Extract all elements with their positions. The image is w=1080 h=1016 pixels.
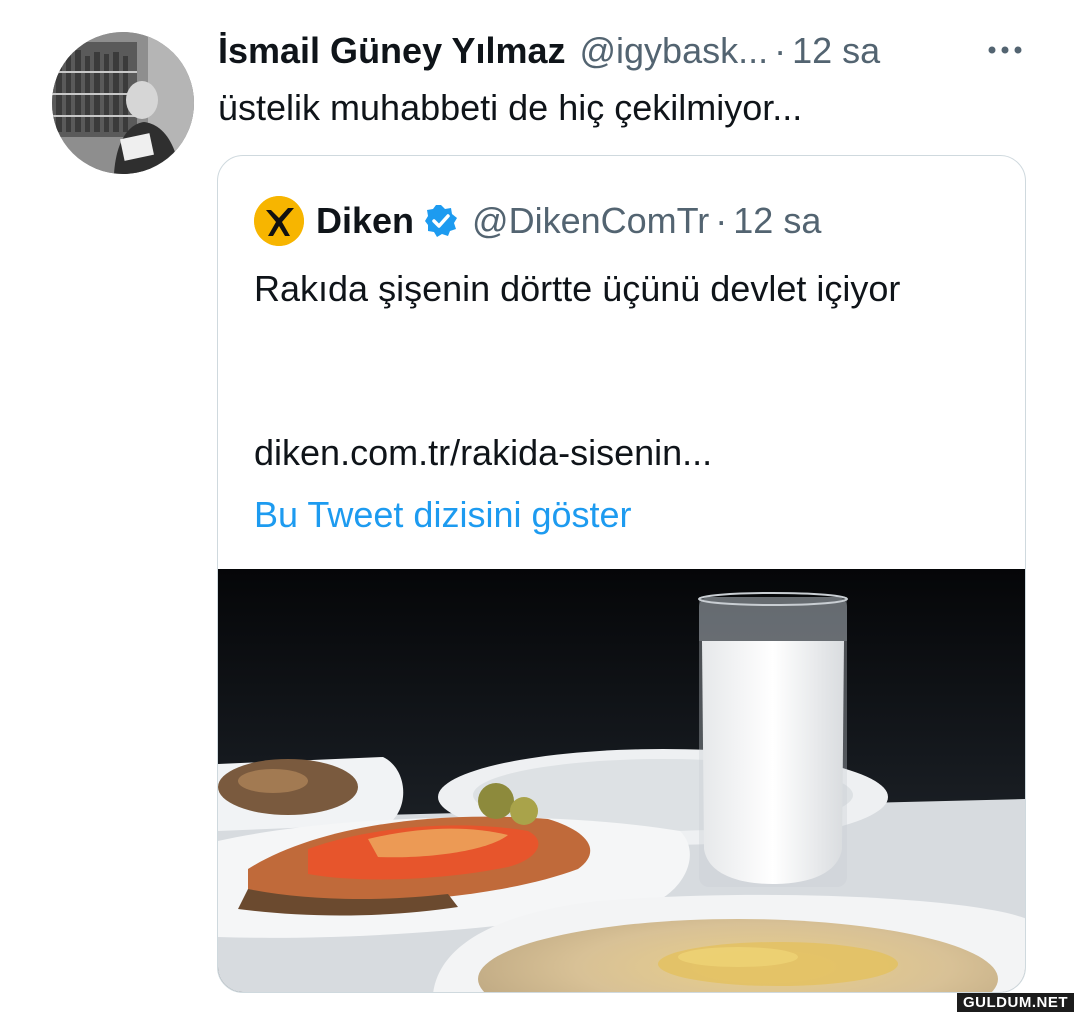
avatar-photo [52,32,194,174]
quoted-author-name[interactable]: Diken [316,200,414,242]
quoted-tweet-text: Rakıda şişenin dörtte üçünü devlet içiyo… [254,268,901,309]
tweet-text: üstelik muhabbeti de hiç çekilmiyor... [218,87,803,128]
verified-badge-icon [425,205,458,237]
quoted-author-handle[interactable]: @DikenComTr [472,200,709,242]
quoted-tweet-card[interactable]: Diken @DikenComTr · 12 sa Rakıda şişenin… [217,155,1026,993]
author-avatar[interactable] [52,32,194,174]
separator-dot: · [774,30,787,71]
raki-meze-photo [218,569,1025,992]
diken-logo-icon [254,196,304,246]
author-handle[interactable]: @igybask... [579,30,768,72]
tweet-header: İsmail Güney Yılmaz @igybask... · 12 sa [218,26,880,76]
diken-logo-avatar[interactable] [254,196,304,246]
article-link[interactable]: diken.com.tr/rakida-sisenin... [254,426,712,480]
quoted-tweet-header: Diken @DikenComTr · 12 sa [316,194,821,248]
tweet-timestamp[interactable]: 12 sa [792,30,880,72]
watermark: GULDUM.NET [957,993,1074,1012]
show-thread-link[interactable]: Bu Tweet dizisini göster [254,488,632,542]
quoted-separator-dot: · [715,200,728,241]
quoted-tweet-timestamp[interactable]: 12 sa [733,200,821,242]
more-options-icon[interactable] [985,40,1025,60]
tweet-media-photo[interactable] [218,569,1025,992]
author-name[interactable]: İsmail Güney Yılmaz [218,30,565,72]
